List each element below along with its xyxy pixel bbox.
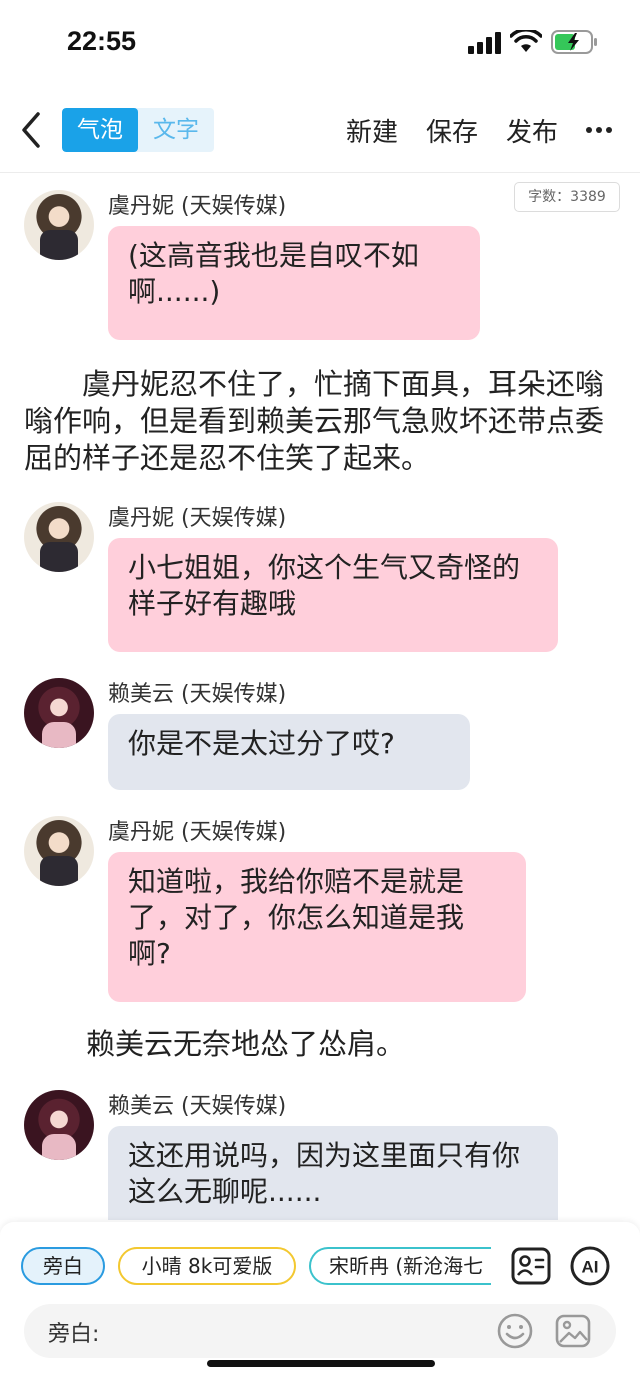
avatar[interactable] <box>24 816 94 886</box>
emoji-icon[interactable] <box>496 1312 534 1350</box>
input-role-label: 旁白: <box>48 1322 100 1347</box>
narration-text[interactable]: 虞丹妮忍不住了，忙摘下面具，耳朵还嗡嗡作响，但是看到赖美云那气急败坏还带点委屈的… <box>24 366 616 477</box>
chat-bubble[interactable]: 小七姐姐，你这个生气又奇怪的样子好有趣哦 <box>108 538 558 652</box>
ai-icon-label: AI <box>582 1258 599 1277</box>
chat-bubble[interactable]: 知道啦，我给你赔不是就是了，对了，你怎么知道是我啊? <box>108 852 526 1002</box>
chat-bubble[interactable]: 你是不是太过分了哎? <box>108 714 470 790</box>
avatar[interactable] <box>24 190 94 260</box>
save-button[interactable]: 保存 <box>426 112 478 149</box>
avatar[interactable] <box>24 1090 94 1160</box>
wifi-icon <box>510 30 542 52</box>
image-icon[interactable] <box>554 1312 592 1350</box>
mode-toggle: 气泡 文字 <box>62 108 214 152</box>
speaker-name: 虞丹妮 (天娱传媒) <box>108 194 287 219</box>
status-time: 22:55 <box>67 26 137 56</box>
battery-icon <box>551 30 597 54</box>
role-chip-narrator[interactable]: 旁白 <box>21 1247 105 1285</box>
ai-icon[interactable]: AI <box>569 1245 611 1287</box>
back-icon[interactable] <box>18 110 46 150</box>
speaker-name: 赖美云 (天娱传媒) <box>108 1094 287 1119</box>
role-chip-xiaoqing[interactable]: 小晴 8k可爱版 <box>118 1247 296 1285</box>
chat-area[interactable]: 虞丹妮 (天娱传媒) (这高音我也是自叹不如啊......) 虞丹妮忍不住了，忙… <box>0 176 640 1220</box>
new-button[interactable]: 新建 <box>346 112 398 149</box>
speaker-name: 虞丹妮 (天娱传媒) <box>108 506 287 531</box>
home-indicator <box>207 1360 435 1367</box>
speaker-name: 虞丹妮 (天娱传媒) <box>108 820 287 845</box>
status-bar: 22:55 <box>0 0 640 88</box>
signal-icon <box>468 32 501 54</box>
role-chip-song[interactable]: 宋昕冉 (新沧海七 <box>309 1247 491 1285</box>
nav-bar: 气泡 文字 新建 保存 发布 <box>0 100 640 162</box>
mode-text-tab[interactable]: 文字 <box>138 108 214 152</box>
chat-bubble[interactable]: (这高音我也是自叹不如啊......) <box>108 226 480 340</box>
avatar[interactable] <box>24 678 94 748</box>
contact-card-icon[interactable] <box>510 1245 552 1287</box>
narration-text[interactable]: 赖美云无奈地怂了怂肩。 <box>86 1026 616 1063</box>
speaker-name: 赖美云 (天娱传媒) <box>108 682 287 707</box>
avatar[interactable] <box>24 502 94 572</box>
nav-divider <box>0 172 640 173</box>
message-input[interactable]: 旁白: <box>24 1304 616 1358</box>
publish-button[interactable]: 发布 <box>506 112 558 149</box>
chat-bubble[interactable]: 这还用说吗，因为这里面只有你这么无聊呢...... <box>108 1126 558 1220</box>
more-icon[interactable] <box>585 126 613 134</box>
mode-bubble-tab[interactable]: 气泡 <box>62 108 138 152</box>
word-count-badge: 字数：3389 <box>514 182 620 212</box>
